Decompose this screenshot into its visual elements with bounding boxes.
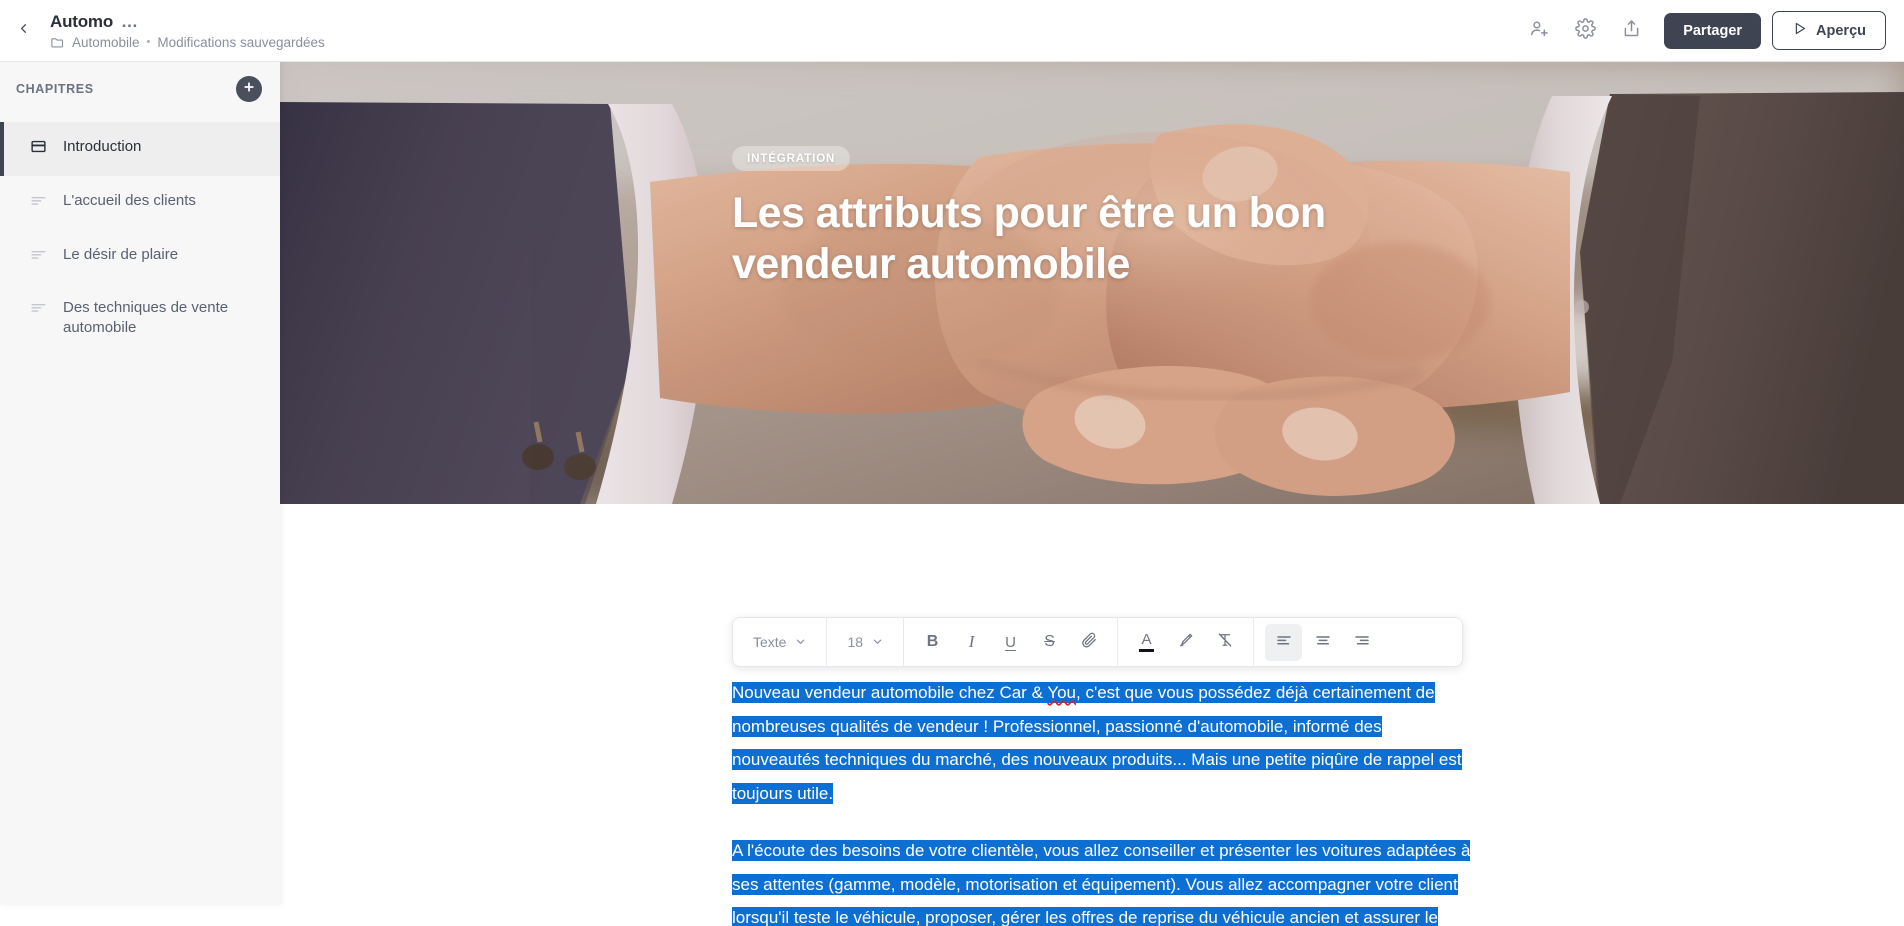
chevron-down-icon	[872, 634, 883, 650]
bold-button[interactable]: B	[914, 624, 951, 661]
plus-icon	[242, 80, 256, 99]
text-run: A l'écoute des besoins de votre clientèl…	[732, 840, 1471, 926]
toolbar-group-alignment	[1254, 618, 1391, 666]
folder-icon	[50, 35, 65, 50]
gear-icon	[1574, 17, 1596, 44]
sidebar-item-label: Des techniques de vente automobile	[63, 299, 229, 337]
toolbar-group-color: A	[1118, 618, 1255, 666]
add-chapter-button[interactable]	[236, 76, 262, 102]
link-button[interactable]	[1070, 624, 1107, 661]
top-bar: Automo … Automobile • Modifications sauv…	[0, 0, 1904, 62]
chapters-sidebar: CHAPITRES Introduction L'accueil des cli…	[0, 62, 280, 905]
play-triangle-icon	[1792, 21, 1807, 40]
sidebar-item-le-desir-de-plaire[interactable]: Le désir de plaire	[0, 230, 280, 284]
sidebar-item-des-techniques-de-vente-automobile[interactable]: Des techniques de vente automobile	[0, 283, 280, 353]
topbar-actions: Partager Aperçu	[1516, 8, 1904, 54]
sidebar-header: CHAPITRES	[0, 62, 280, 116]
text-color-button[interactable]: A	[1128, 624, 1165, 661]
clear-formatting-button[interactable]	[1206, 624, 1243, 661]
document-text[interactable]: Nouveau vendeur automobile chez Car & Yo…	[732, 676, 1472, 926]
bold-label: B	[926, 633, 939, 650]
hero-content: INTÉGRATION Les attributs pour être un b…	[732, 146, 1452, 289]
lines-icon	[30, 246, 47, 269]
toolbar-group-inline: B I U S	[904, 618, 1119, 666]
text-color-swatch	[1139, 649, 1155, 652]
lines-icon	[30, 192, 47, 215]
clear-formatting-icon	[1216, 631, 1234, 654]
text-color-label: A	[1141, 631, 1152, 648]
breadcrumb: Automobile • Modifications sauvegardées	[50, 35, 325, 50]
title-ellipsis: …	[121, 11, 140, 31]
chevron-down-icon	[795, 634, 806, 650]
italic-button[interactable]: I	[953, 624, 990, 661]
link-paperclip-icon	[1080, 631, 1098, 654]
slide-layout-icon	[30, 138, 47, 161]
highlight-button[interactable]	[1167, 624, 1204, 661]
add-collaborator-button[interactable]	[1516, 8, 1562, 54]
chevron-left-icon	[16, 21, 31, 41]
share-upload-icon	[1621, 18, 1642, 44]
formatting-toolbar: Texte 18 B I U S A	[732, 617, 1463, 667]
add-user-icon	[1529, 18, 1550, 44]
underline-button[interactable]: U	[992, 624, 1029, 661]
align-center-button[interactable]	[1304, 624, 1341, 661]
back-button[interactable]	[0, 0, 46, 62]
breadcrumb-folder-label[interactable]: Automobile	[72, 35, 140, 50]
status-badge: INTÉGRATION	[732, 146, 851, 171]
paragraph[interactable]: A l'écoute des besoins de votre clientèl…	[732, 834, 1472, 926]
align-left-button[interactable]	[1265, 623, 1303, 661]
sidebar-item-label: L'accueil des clients	[63, 191, 196, 209]
underline-label: U	[1005, 633, 1016, 651]
document-title-row[interactable]: Automo …	[50, 12, 325, 32]
hero-banner[interactable]: INTÉGRATION Les attributs pour être un b…	[280, 62, 1904, 504]
sidebar-title: CHAPITRES	[16, 82, 94, 96]
page-title: Automo	[50, 11, 114, 31]
spellcheck-error: You	[1047, 683, 1077, 702]
settings-button[interactable]	[1562, 8, 1608, 54]
document-title-block: Automo … Automobile • Modifications sauv…	[46, 12, 325, 50]
preview-button[interactable]: Aperçu	[1772, 11, 1886, 50]
lines-icon	[30, 299, 47, 322]
font-size-value: 18	[847, 634, 864, 650]
hero-title[interactable]: Les attributs pour être un bon vendeur a…	[732, 188, 1332, 289]
sidebar-item-laccueil-des-clients[interactable]: L'accueil des clients	[0, 176, 280, 230]
save-status-label: Modifications sauvegardées	[157, 34, 325, 50]
sidebar-item-introduction[interactable]: Introduction	[0, 122, 280, 176]
strikethrough-button[interactable]: S	[1031, 624, 1068, 661]
strikethrough-label: S	[1044, 633, 1055, 650]
marker-pen-icon	[1177, 631, 1195, 654]
export-button[interactable]	[1608, 8, 1654, 54]
toolbar-group-style: Texte	[733, 618, 828, 666]
text-style-dropdown[interactable]: Texte	[737, 618, 822, 666]
align-left-icon	[1275, 631, 1293, 654]
share-button[interactable]: Partager	[1664, 12, 1762, 49]
font-size-dropdown[interactable]: 18	[831, 618, 899, 666]
italic-label: I	[968, 632, 975, 651]
paragraph[interactable]: Nouveau vendeur automobile chez Car & Yo…	[732, 676, 1472, 810]
align-right-icon	[1353, 631, 1371, 654]
preview-button-label: Aperçu	[1816, 22, 1866, 39]
editor-canvas: INTÉGRATION Les attributs pour être un b…	[280, 62, 1904, 926]
align-center-icon	[1314, 631, 1332, 654]
toolbar-group-size: 18	[827, 618, 905, 666]
sidebar-item-label: Introduction	[63, 138, 142, 155]
text-run: Nouveau vendeur automobile chez Car &	[732, 683, 1048, 702]
breadcrumb-separator: •	[146, 36, 151, 48]
sidebar-item-label: Le désir de plaire	[63, 245, 179, 263]
text-style-value: Texte	[753, 634, 787, 650]
align-right-button[interactable]	[1343, 624, 1380, 661]
chapter-list: Introduction L'accueil des clients Le dé…	[0, 122, 280, 353]
